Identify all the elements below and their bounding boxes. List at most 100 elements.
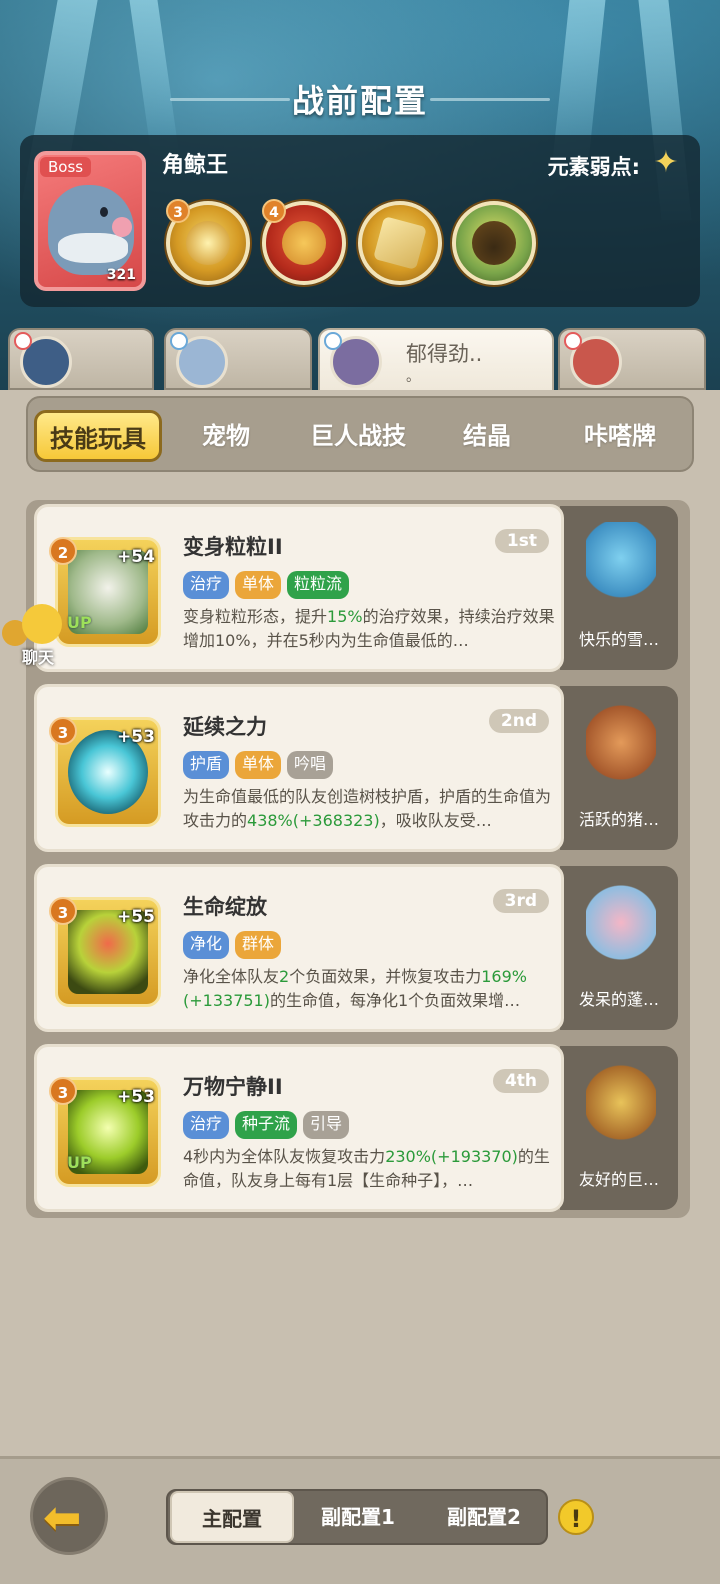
- tab-skill-toys[interactable]: 技能玩具: [34, 410, 162, 462]
- boss-name: 角鲸王: [162, 153, 229, 178]
- desc-highlight: 230%(+193370): [385, 1147, 518, 1166]
- crystal-decoration: [129, 0, 179, 150]
- skill-card[interactable]: 3 +53 UP 万物宁静II 4th 治疗 种子流 引导 4秒内为全体队友恢复…: [34, 1044, 564, 1212]
- rank-badge: 1st: [494, 529, 549, 553]
- team-tab[interactable]: [558, 328, 706, 390]
- upgrade-tag: UP: [67, 1153, 92, 1172]
- rank-badge: 4th: [492, 1069, 549, 1093]
- tab-crystals[interactable]: 结晶: [432, 410, 542, 462]
- pet-slot[interactable]: 活跃的猪…: [560, 686, 678, 850]
- boss-level: 321: [106, 267, 136, 283]
- skill-tag: 吟唱: [287, 751, 334, 779]
- pet-name: 活跃的猪…: [578, 810, 659, 829]
- chat-button[interactable]: 聊天: [0, 600, 66, 670]
- desc-text: 变身粒粒形态，提升: [183, 607, 328, 626]
- smiley-icon: [22, 604, 62, 644]
- pet-name: 发呆的蓬…: [578, 990, 659, 1009]
- cube-icon: [373, 216, 427, 270]
- skill-plus-value: +54: [117, 547, 155, 567]
- pet-name: 友好的巨…: [578, 1170, 659, 1189]
- config-switch: 主配置 副配置1 副配置2: [166, 1489, 548, 1545]
- pet-slot[interactable]: 友好的巨…: [560, 1046, 678, 1210]
- skill-plus-value: +53: [117, 727, 155, 747]
- upgrade-tag: UP: [67, 613, 92, 632]
- boss-skill-level: 3: [166, 199, 190, 223]
- boss-skill-orb[interactable]: [452, 201, 536, 285]
- pet-slot[interactable]: 快乐的雪…: [560, 506, 678, 670]
- skill-tags: 净化 群体: [183, 931, 282, 959]
- rank-badge: 3rd: [492, 889, 549, 913]
- skill-description: 变身粒粒形态，提升15%的治疗效果，持续治疗效果增加10%，并在5秒内为生命值最…: [183, 605, 557, 653]
- tab-sub-config-2[interactable]: 副配置2: [422, 1491, 546, 1543]
- skill-tag: 治疗: [183, 571, 230, 599]
- rank-badge: 2nd: [488, 709, 549, 733]
- desc-text: 4秒内为全体队友恢复攻击力: [183, 1147, 386, 1166]
- skill-name: 变身粒粒II: [183, 535, 283, 559]
- shadow-creature-icon: [472, 221, 516, 265]
- desc-highlight: 438%(+368323): [247, 811, 380, 830]
- boss-skill-level: 4: [262, 199, 286, 223]
- skill-card[interactable]: 3 +53 延续之力 2nd 护盾 单体 吟唱 为生命值最低的队友创造树枝护盾，…: [34, 684, 564, 852]
- tab-sub-config-1[interactable]: 副配置1: [296, 1491, 420, 1543]
- skill-tag: 治疗: [183, 1111, 230, 1139]
- skill-tag: 群体: [235, 931, 282, 959]
- skill-level-badge: 3: [49, 897, 77, 925]
- tab-giant-skills[interactable]: 巨人战技: [292, 410, 424, 462]
- skill-tag: 种子流: [235, 1111, 298, 1139]
- skill-name: 万物宁静II: [183, 1075, 283, 1099]
- team-tab[interactable]: [164, 328, 312, 390]
- whale-belly: [58, 233, 128, 263]
- skill-card[interactable]: 2 +54 UP 变身粒粒II 1st 治疗 单体 粒粒流 变身粒粒形态，提升1…: [34, 504, 564, 672]
- skill-description: 净化全体队友2个负面效果，并恢复攻击力169%(+133751)的生命值，每净化…: [183, 965, 557, 1013]
- team-tab[interactable]: [8, 328, 154, 390]
- chat-label: 聊天: [22, 648, 55, 667]
- pet-image: [586, 702, 656, 792]
- back-button[interactable]: ⬅: [30, 1477, 108, 1555]
- skill-tag: 护盾: [183, 751, 230, 779]
- boss-skill-orb[interactable]: 3: [166, 199, 250, 285]
- skill-name: 生命绽放: [183, 895, 267, 919]
- skill-plus-value: +53: [117, 1087, 155, 1107]
- skill-tags: 治疗 种子流 引导: [183, 1111, 350, 1139]
- skill-description: 为生命值最低的队友创造树枝护盾，护盾的生命值为攻击力的438%(+368323)…: [183, 785, 557, 833]
- skill-tag: 净化: [183, 931, 230, 959]
- skill-tag: 单体: [235, 751, 282, 779]
- character-name: 郁得劲..: [406, 342, 483, 366]
- heart-icon: [564, 332, 582, 350]
- skill-tag: 单体: [235, 571, 282, 599]
- pet-name: 快乐的雪…: [578, 630, 659, 649]
- desc-text: 的生命值，每净化1个负面效果增…: [269, 991, 521, 1010]
- desc-text: ，吸收队友受…: [379, 811, 492, 830]
- skill-card[interactable]: 3 +55 生命绽放 3rd 净化 群体 净化全体队友2个负面效果，并恢复攻击力…: [34, 864, 564, 1032]
- skill-description: 4秒内为全体队友恢复攻击力230%(+193370)的生命值，队友身上每有1层【…: [183, 1145, 557, 1193]
- warning-icon[interactable]: !: [558, 1499, 594, 1535]
- tab-pets[interactable]: 宠物: [168, 410, 284, 462]
- boss-skill-orb[interactable]: [358, 201, 442, 285]
- page-title: 战前配置: [291, 82, 428, 120]
- pet-slot[interactable]: 发呆的蓬…: [560, 866, 678, 1030]
- pet-image: [586, 882, 656, 972]
- skill-level-badge: 3: [49, 1077, 77, 1105]
- close-icon: [14, 332, 32, 350]
- element-weakness-label: 元素弱点:: [547, 155, 640, 179]
- pet-image: [586, 522, 656, 612]
- light-element-icon[interactable]: ✦: [650, 147, 682, 179]
- skill-tags: 护盾 单体 吟唱: [183, 751, 334, 779]
- tab-main-config[interactable]: 主配置: [170, 1491, 294, 1543]
- skill-level-badge: 2: [49, 537, 77, 565]
- whale-eye: [100, 207, 108, 217]
- boss-portrait[interactable]: Boss 321: [34, 151, 146, 291]
- star-burst-icon: [186, 221, 230, 265]
- skill-tags: 治疗 单体 粒粒流: [183, 571, 350, 599]
- character-subtitle: 。: [406, 369, 420, 385]
- skill-tag: 粒粒流: [287, 571, 350, 599]
- team-tab-active[interactable]: 郁得劲.. 。: [318, 328, 554, 392]
- skill-plus-value: +55: [117, 907, 155, 927]
- pet-image: [586, 1062, 656, 1152]
- class-icon: [324, 332, 342, 350]
- boss-panel: Boss 321 角鲸王 元素弱点: ✦ 3 4: [20, 135, 700, 307]
- boss-skill-orb[interactable]: 4: [262, 199, 346, 285]
- team-member-tabs: 郁得劲.. 。: [0, 328, 720, 392]
- tab-kada-cards[interactable]: 咔嗒牌: [556, 410, 684, 462]
- desc-text: 净化全体队友: [183, 967, 280, 986]
